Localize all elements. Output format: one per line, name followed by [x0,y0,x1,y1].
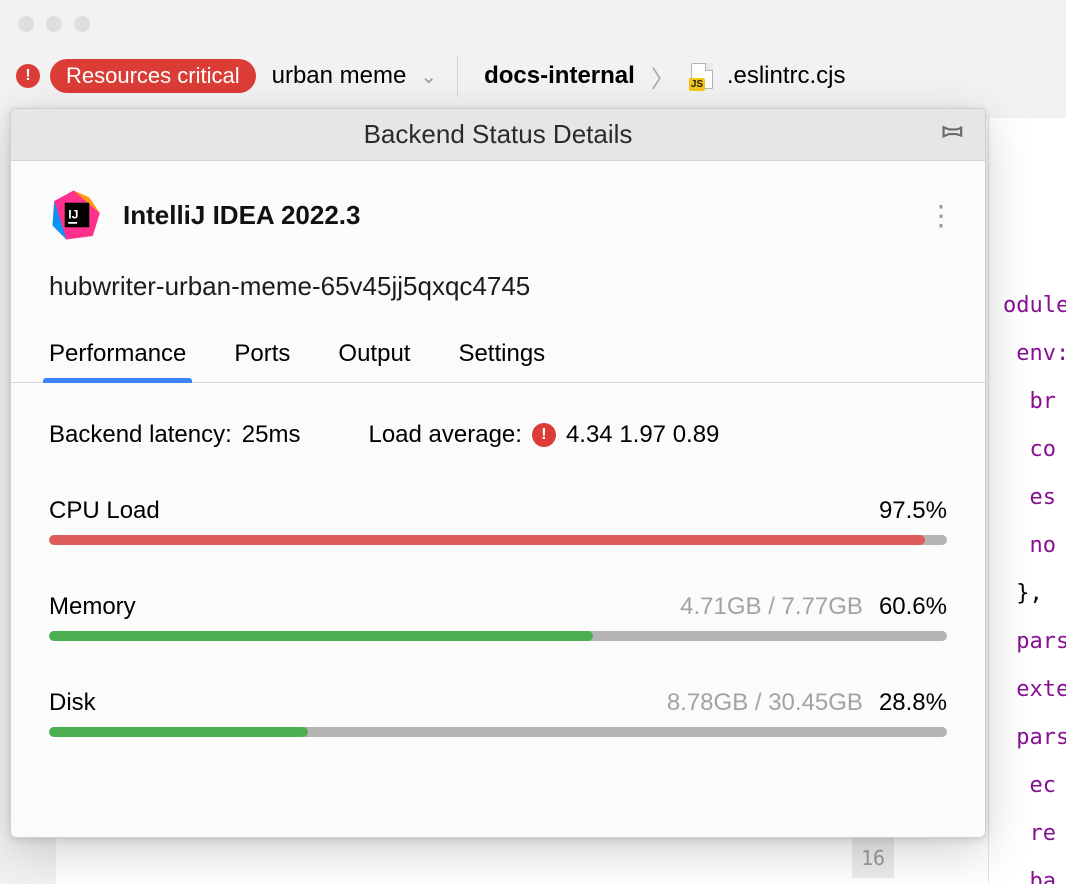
popup-title: Backend Status Details [364,119,633,150]
disk-metric: Disk 8.78GB / 30.45GB 28.8% [49,689,947,737]
pin-icon[interactable] [939,118,965,151]
cpu-percent: 97.5% [879,497,947,525]
tab-ports[interactable]: Ports [234,340,290,382]
code-line: co [997,426,1066,474]
product-row: IJ IntelliJ IDEA 2022.3 ⋮ [11,161,985,253]
disk-label: Disk [49,689,667,717]
traffic-light-close[interactable] [18,16,34,32]
toolbar-separator [457,55,458,97]
kebab-menu-icon[interactable]: ⋮ [927,199,947,232]
top-toolbar: ! Resources critical urban meme ⌄ docs-i… [0,48,1066,104]
code-line: env: [997,330,1066,378]
disk-bar [49,727,947,737]
window-titlebar [0,0,1066,48]
code-line: pars [997,714,1066,762]
memory-sub: 4.71GB / 7.77GB [680,593,863,621]
disk-sub: 8.78GB / 30.45GB [667,689,863,717]
performance-panel: Backend latency: 25ms Load average: ! 4.… [11,383,985,737]
load-values: 4.34 1.97 0.89 [566,421,719,449]
cpu-bar [49,535,947,545]
memory-label: Memory [49,593,680,621]
js-file-icon: JS [691,63,713,89]
code-line: es [997,474,1066,522]
code-line: }, [997,570,1066,618]
cpu-label: CPU Load [49,497,879,525]
error-icon[interactable]: ! [16,64,40,88]
popup-tabs: Performance Ports Output Settings [11,310,985,383]
traffic-light-zoom[interactable] [74,16,90,32]
svg-text:IJ: IJ [68,208,78,222]
latency-load-row: Backend latency: 25ms Load average: ! 4.… [49,421,947,449]
editor-code-sliver: odule env: br co es no }, pars exte pars… [988,118,1066,884]
popup-header: Backend Status Details [11,109,985,161]
tab-settings[interactable]: Settings [458,340,545,382]
breadcrumb-file[interactable]: .eslintrc.cjs [727,62,846,90]
chevron-down-icon[interactable]: ⌄ [420,64,437,89]
breadcrumb-root[interactable]: docs-internal [484,62,635,90]
code-line: no [997,522,1066,570]
disk-percent: 28.8% [879,689,947,717]
resources-critical-badge[interactable]: Resources critical [50,59,256,93]
warning-icon: ! [532,423,556,447]
code-line: exte [997,666,1066,714]
latency-label: Backend latency: [49,421,232,449]
cpu-metric: CPU Load 97.5% [49,497,947,545]
code-line: pars [997,618,1066,666]
disk-bar-fill [49,727,308,737]
memory-bar [49,631,947,641]
gutter-line-number: 16 [852,838,894,878]
product-name: IntelliJ IDEA 2022.3 [123,200,909,231]
load-label: Load average: [368,421,521,449]
backend-status-popup: Backend Status Details IJ IntelliJ IDEA … [10,108,986,838]
memory-percent: 60.6% [879,593,947,621]
code-line: re [997,810,1066,858]
memory-bar-fill [49,631,593,641]
cpu-bar-fill [49,535,925,545]
traffic-light-minimize[interactable] [46,16,62,32]
tab-output[interactable]: Output [338,340,410,382]
code-line: br [997,378,1066,426]
tab-performance[interactable]: Performance [49,340,186,382]
intellij-logo-icon: IJ [49,187,105,243]
code-line: ec [997,762,1066,810]
code-line: odule [997,282,1066,330]
project-name[interactable]: urban meme [272,62,407,90]
breadcrumb-separator: 〉 [651,59,675,94]
code-line: ba [997,858,1066,884]
instance-id: hubwriter-urban-meme-65v45jj5qxqc4745 [11,253,985,310]
memory-metric: Memory 4.71GB / 7.77GB 60.6% [49,593,947,641]
latency-value: 25ms [242,421,301,449]
